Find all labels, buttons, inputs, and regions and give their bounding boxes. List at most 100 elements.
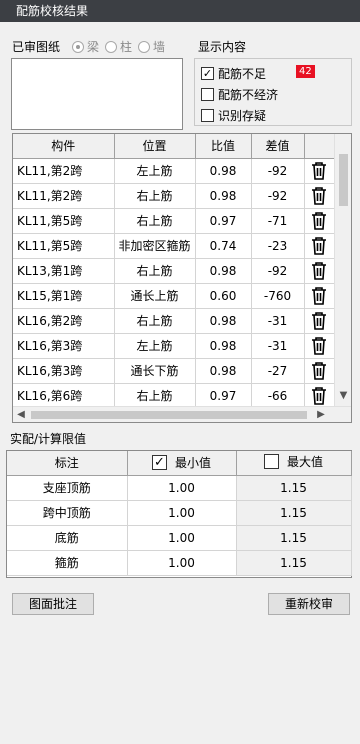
cell-ratio: 0.98	[195, 258, 252, 284]
cell-diff: -23	[251, 233, 305, 259]
cell-limit-label: 支座顶筋	[7, 475, 128, 501]
cell-limit-label: 底筋	[7, 525, 128, 551]
col-action	[304, 134, 335, 159]
limits-grid: 标注 ✓ 最小值 最大值 支座顶筋 1.00 1.15 跨中顶筋 1.00 1.1…	[6, 450, 352, 578]
table-row[interactable]: KL11,第5跨 非加密区箍筋 0.74 -23	[13, 233, 335, 259]
cell-position: 通长上筋	[114, 283, 196, 309]
trash-icon[interactable]	[311, 211, 327, 230]
max-checkbox[interactable]: 最大值	[263, 453, 323, 470]
checkbox-insufficient[interactable]: ✓ 配筋不足	[201, 65, 266, 82]
col-label: 标注	[7, 451, 128, 476]
vertical-scroll-thumb[interactable]	[339, 154, 348, 206]
table-row[interactable]: KL11,第2跨 左上筋 0.98 -92	[13, 158, 335, 184]
radio-wall[interactable]: 墙	[138, 38, 165, 55]
drawing-label: 已审图纸	[12, 40, 61, 54]
cell-action	[304, 333, 335, 359]
cell-action	[304, 283, 335, 309]
cell-action	[304, 183, 335, 209]
cell-action	[304, 208, 335, 234]
trash-icon[interactable]	[311, 261, 327, 280]
cell-member: KL16,第6跨	[13, 383, 115, 409]
cell-diff: -27	[251, 358, 305, 384]
drawing-list[interactable]	[11, 58, 183, 130]
col-ratio[interactable]: 比值	[195, 134, 252, 159]
cell-limit-min[interactable]: 1.00	[127, 500, 237, 526]
cell-diff: -31	[251, 333, 305, 359]
radio-column[interactable]: 柱	[105, 38, 132, 55]
trash-icon[interactable]	[311, 286, 327, 305]
trash-icon[interactable]	[311, 386, 327, 405]
table-row: 底筋 1.00 1.15	[7, 525, 352, 551]
check-icon: ✓	[201, 67, 214, 80]
checkbox-uneconomical[interactable]: 配筋不经济	[201, 86, 278, 103]
vertical-scrollbar[interactable]: ▼	[334, 134, 351, 406]
cell-member: KL11,第2跨	[13, 158, 115, 184]
col-max[interactable]: 最大值	[236, 451, 352, 476]
cell-position: 右上筋	[114, 208, 196, 234]
table-row[interactable]: KL11,第2跨 右上筋 0.98 -92	[13, 183, 335, 209]
table-row[interactable]: KL16,第3跨 左上筋 0.98 -31	[13, 333, 335, 359]
cell-ratio: 0.98	[195, 308, 252, 334]
checkbox-doubtful[interactable]: 识别存疑	[201, 107, 266, 124]
cell-position: 右上筋	[114, 308, 196, 334]
table-row[interactable]: KL15,第1跨 通长上筋 0.60 -760	[13, 283, 335, 309]
horizontal-scroll-thumb[interactable]	[31, 411, 307, 419]
cell-member: KL13,第1跨	[13, 258, 115, 284]
cell-member: KL16,第3跨	[13, 333, 115, 359]
scroll-left-arrow-icon[interactable]: ◀	[15, 408, 27, 422]
recheck-button[interactable]: 重新校审	[268, 593, 350, 615]
cell-position: 右上筋	[114, 383, 196, 409]
cell-member: KL16,第2跨	[13, 308, 115, 334]
cell-ratio: 0.98	[195, 158, 252, 184]
horizontal-scrollbar[interactable]: ◀ ▶	[13, 406, 351, 422]
col-position[interactable]: 位置	[114, 134, 196, 159]
cell-position: 非加密区箍筋	[114, 233, 196, 259]
table-row[interactable]: KL13,第1跨 右上筋 0.98 -92	[13, 258, 335, 284]
cell-member: KL16,第3跨	[13, 358, 115, 384]
table-row[interactable]: KL16,第3跨 通长下筋 0.98 -27	[13, 358, 335, 384]
cell-ratio: 0.98	[195, 183, 252, 209]
trash-icon[interactable]	[311, 236, 327, 255]
annotate-button[interactable]: 图面批注	[12, 593, 94, 615]
trash-icon[interactable]	[311, 161, 327, 180]
cell-ratio: 0.60	[195, 283, 252, 309]
min-checkbox[interactable]: ✓ 最小值	[151, 454, 211, 471]
trash-icon[interactable]	[311, 361, 327, 380]
results-header-row: 构件 位置 比值 差值	[13, 134, 335, 159]
table-row: 箍筋 1.00 1.15	[7, 550, 352, 576]
col-member[interactable]: 构件	[13, 134, 115, 159]
table-row[interactable]: KL11,第5跨 右上筋 0.97 -71	[13, 208, 335, 234]
cell-limit-label: 跨中顶筋	[7, 500, 128, 526]
cell-ratio: 0.97	[195, 208, 252, 234]
radio-beam[interactable]: 梁	[72, 38, 99, 55]
trash-icon[interactable]	[311, 336, 327, 355]
count-badge: 42	[296, 65, 315, 78]
cell-member: KL11,第2跨	[13, 183, 115, 209]
cell-ratio: 0.74	[195, 233, 252, 259]
cell-action	[304, 158, 335, 184]
scroll-down-arrow-icon[interactable]: ▼	[335, 389, 351, 403]
cell-action	[304, 233, 335, 259]
table-row[interactable]: KL16,第2跨 右上筋 0.98 -31	[13, 308, 335, 334]
cell-position: 左上筋	[114, 158, 196, 184]
cell-action	[304, 258, 335, 284]
cell-limit-min[interactable]: 1.00	[127, 475, 237, 501]
scroll-right-arrow-icon[interactable]: ▶	[315, 408, 327, 422]
cell-position: 右上筋	[114, 183, 196, 209]
cell-diff: -66	[251, 383, 305, 409]
col-diff[interactable]: 差值	[251, 134, 305, 159]
cell-limit-max: 1.15	[236, 500, 352, 526]
trash-icon[interactable]	[311, 311, 327, 330]
cell-ratio: 0.98	[195, 358, 252, 384]
trash-icon[interactable]	[311, 186, 327, 205]
cell-position: 左上筋	[114, 333, 196, 359]
cell-limit-min[interactable]: 1.00	[127, 525, 237, 551]
cell-diff: -760	[251, 283, 305, 309]
cell-action	[304, 383, 335, 409]
check-icon: ✓	[151, 455, 167, 471]
cell-member: KL15,第1跨	[13, 283, 115, 309]
cell-limit-min[interactable]: 1.00	[127, 550, 237, 576]
col-min[interactable]: ✓ 最小值	[127, 451, 237, 476]
cell-diff: -71	[251, 208, 305, 234]
table-row[interactable]: KL16,第6跨 右上筋 0.97 -66	[13, 383, 335, 409]
